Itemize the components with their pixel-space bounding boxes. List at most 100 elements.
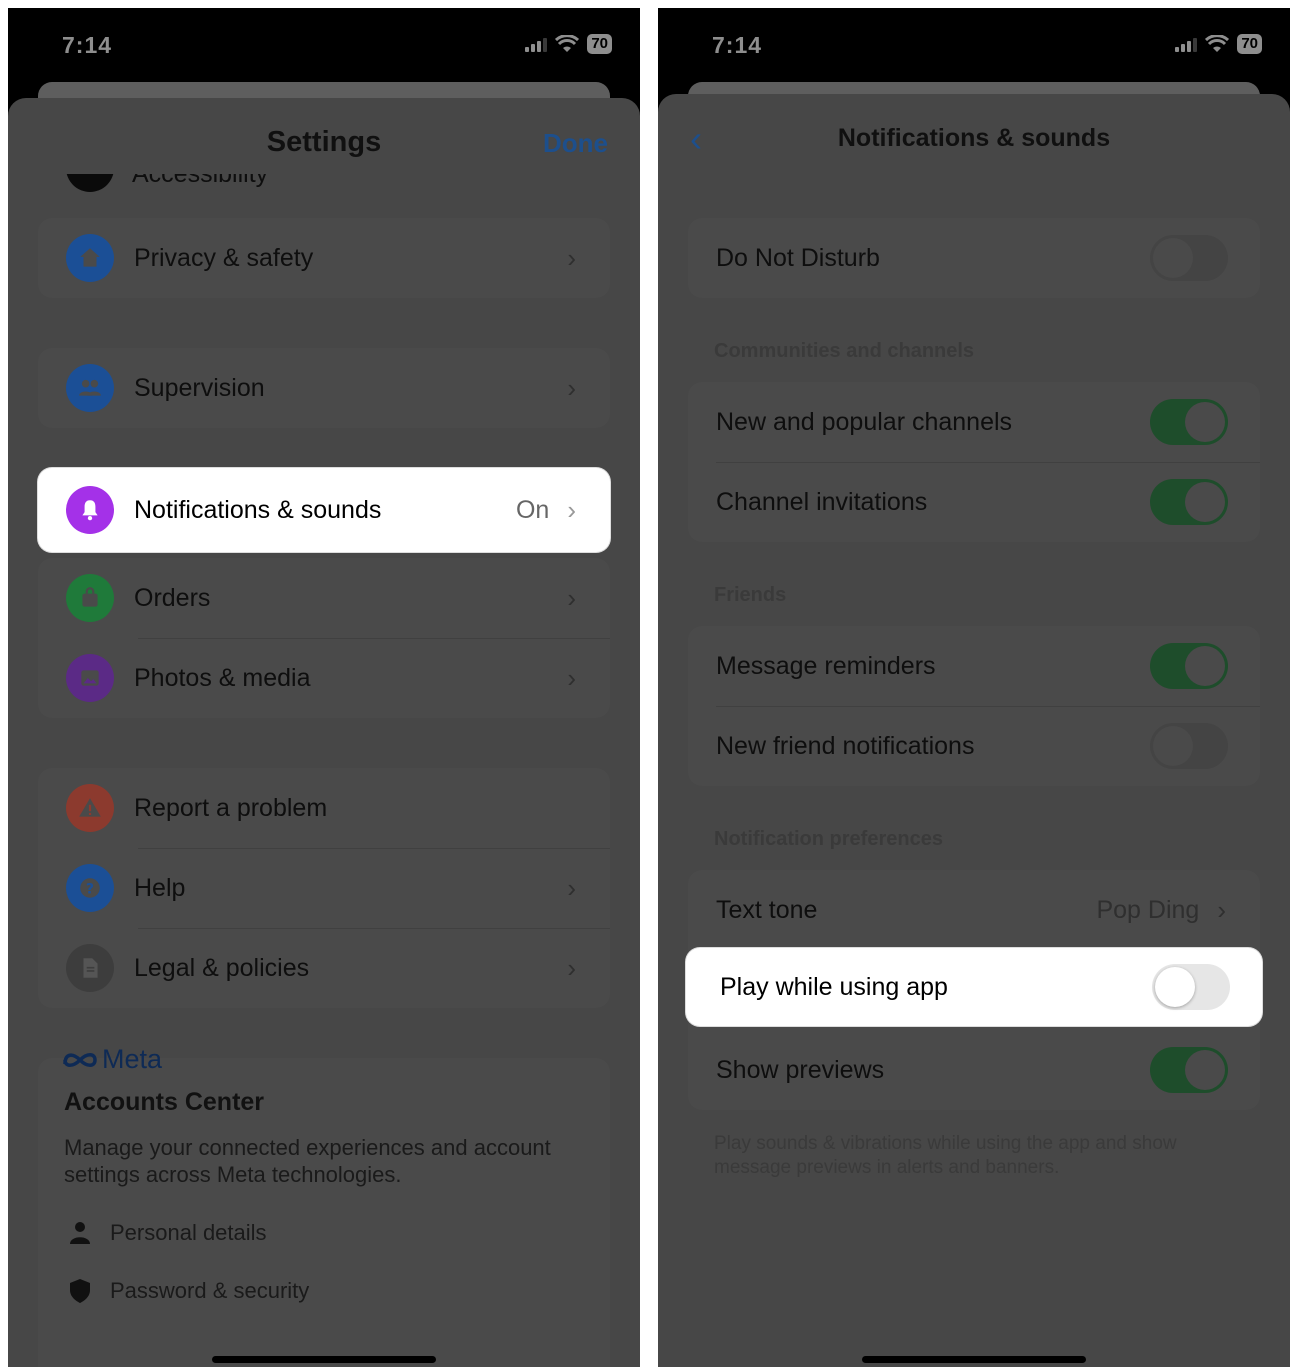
chevron-right-icon: ›: [567, 494, 576, 525]
chevron-right-icon: ›: [567, 872, 576, 903]
do-not-disturb-row: Do Not Disturb: [688, 218, 1260, 298]
home-indicator: [862, 1356, 1086, 1363]
show-previews-toggle[interactable]: [1150, 1047, 1228, 1093]
new-popular-label: New and popular channels: [716, 407, 1013, 436]
cellular-signal-icon: [525, 36, 548, 52]
sidebar-item-report[interactable]: Report a problem ›: [38, 768, 610, 848]
chevron-right-icon: ›: [1217, 894, 1226, 925]
media-card: Orders › Photos & media ›: [38, 558, 610, 718]
report-label: Report a problem: [134, 793, 328, 822]
shield-icon: [70, 1279, 90, 1303]
chevron-right-icon: ›: [567, 952, 576, 983]
home-indicator: [212, 1356, 436, 1363]
do-not-disturb-toggle[interactable]: [1150, 235, 1228, 281]
meta-brand: Meta: [102, 1044, 163, 1074]
accessibility-item-partial[interactable]: Accessibility: [62, 174, 362, 200]
personal-details-item[interactable]: Personal details: [68, 1220, 267, 1246]
orders-label: Orders: [134, 583, 211, 612]
wifi-icon: [1205, 35, 1230, 52]
photos-label: Photos & media: [134, 663, 311, 692]
do-not-disturb-label: Do Not Disturb: [716, 243, 880, 272]
message-reminders-toggle[interactable]: [1150, 643, 1228, 689]
sidebar-item-supervision[interactable]: Supervision ›: [38, 348, 610, 428]
notifications-item-highlighted[interactable]: Notifications & sounds On ›: [38, 468, 610, 552]
new-friend-toggle[interactable]: [1150, 723, 1228, 769]
settings-screen: 7:14 70 Settings Done Accessibility Priv…: [8, 8, 640, 1367]
chevron-right-icon: ›: [567, 372, 576, 403]
sidebar-item-photos[interactable]: Photos & media ›: [38, 638, 610, 718]
battery-icon: 70: [587, 34, 612, 54]
warning-icon: [66, 784, 114, 832]
message-reminders-row: Message reminders: [688, 626, 1260, 706]
notifications-value: On: [515, 495, 550, 524]
status-time: 7:14: [712, 32, 763, 58]
communities-card: New and popular channels Channel invitat…: [688, 382, 1260, 542]
new-friend-label: New friend notifications: [716, 731, 975, 760]
bag-icon: [66, 574, 114, 622]
chevron-right-icon: ›: [567, 242, 576, 273]
new-popular-row: New and popular channels: [688, 382, 1260, 462]
accessibility-icon: [66, 174, 114, 192]
status-bar: 7:14 70: [8, 8, 640, 88]
notifications-screen: 7:14 70 ‹ Notifications & sounds Do Not …: [658, 8, 1290, 1367]
chevron-right-icon: ›: [567, 662, 576, 693]
show-previews-row: Show previews: [688, 1030, 1260, 1110]
channel-invites-label: Channel invitations: [716, 487, 928, 516]
channel-invites-toggle[interactable]: [1150, 479, 1228, 525]
house-lock-icon: [66, 234, 114, 282]
meta-infinity-icon: [63, 1052, 97, 1067]
wifi-icon: [555, 35, 580, 52]
sidebar-item-help[interactable]: ? Help ›: [38, 848, 610, 928]
section-friends: Friends: [714, 584, 787, 606]
friends-card: Message reminders New friend notificatio…: [688, 626, 1260, 786]
settings-sheet: Settings Done Accessibility Privacy & sa…: [8, 98, 640, 1367]
section-preferences: Notification preferences: [714, 828, 943, 850]
sidebar-item-orders[interactable]: Orders ›: [38, 558, 610, 638]
accounts-center-description: Manage your connected experiences and ac…: [64, 1135, 551, 1187]
play-while-using-row-highlighted: Play while using app: [686, 948, 1262, 1026]
new-friend-row: New friend notifications: [688, 706, 1260, 786]
help-label: Help: [134, 873, 186, 902]
supervision-label: Supervision: [134, 373, 265, 402]
text-tone-value: Pop Ding: [1096, 895, 1200, 924]
footer-note: Play sounds & vibrations while using the…: [714, 1133, 1177, 1178]
play-while-using-toggle[interactable]: [1152, 964, 1230, 1010]
notifications-label: Notifications & sounds: [134, 495, 382, 524]
person-icon: [70, 1222, 90, 1244]
accessibility-label: Accessibility: [132, 174, 269, 188]
document-icon: [66, 944, 114, 992]
channel-invites-row: Channel invitations: [688, 462, 1260, 542]
password-security-label: Password & security: [110, 1278, 310, 1303]
done-button[interactable]: Done: [543, 128, 608, 159]
play-while-using-row: Play while using app: [686, 947, 1262, 1027]
photo-icon: [66, 654, 114, 702]
text-tone-label: Text tone: [716, 895, 818, 924]
notifications-sheet: ‹ Notifications & sounds Do Not Disturb …: [658, 94, 1290, 1367]
sidebar-item-legal[interactable]: Legal & policies ›: [38, 928, 610, 1008]
supervision-card: Supervision ›: [38, 348, 610, 428]
text-tone-row[interactable]: Text tone Pop Ding ›: [688, 870, 1260, 950]
message-reminders-label: Message reminders: [716, 651, 936, 680]
new-popular-toggle[interactable]: [1150, 399, 1228, 445]
meta-logo: Meta: [62, 1044, 162, 1075]
password-security-item[interactable]: Password & security: [68, 1278, 309, 1304]
privacy-label: Privacy & safety: [134, 243, 314, 272]
svg-text:?: ?: [86, 881, 94, 897]
personal-details-label: Personal details: [110, 1220, 267, 1245]
show-previews-label: Show previews: [716, 1055, 885, 1084]
play-while-using-label: Play while using app: [720, 972, 948, 1001]
privacy-card: Privacy & safety ›: [38, 218, 610, 298]
battery-icon: 70: [1237, 34, 1262, 54]
people-icon: [66, 364, 114, 412]
status-bar: 7:14 70: [658, 8, 1290, 88]
sidebar-item-privacy[interactable]: Privacy & safety ›: [38, 218, 610, 298]
page-title: Notifications & sounds: [837, 124, 1111, 152]
accounts-center-title: Accounts Center: [64, 1088, 265, 1116]
chevron-right-icon: ›: [567, 582, 576, 613]
section-communities: Communities and channels: [714, 340, 975, 362]
notifications-row: Notifications & sounds On ›: [38, 470, 610, 550]
bell-icon: [66, 486, 114, 534]
support-card: Report a problem › ? Help › Legal & poli…: [38, 768, 610, 1008]
help-icon: ?: [66, 864, 114, 912]
cellular-signal-icon: [1175, 36, 1198, 52]
